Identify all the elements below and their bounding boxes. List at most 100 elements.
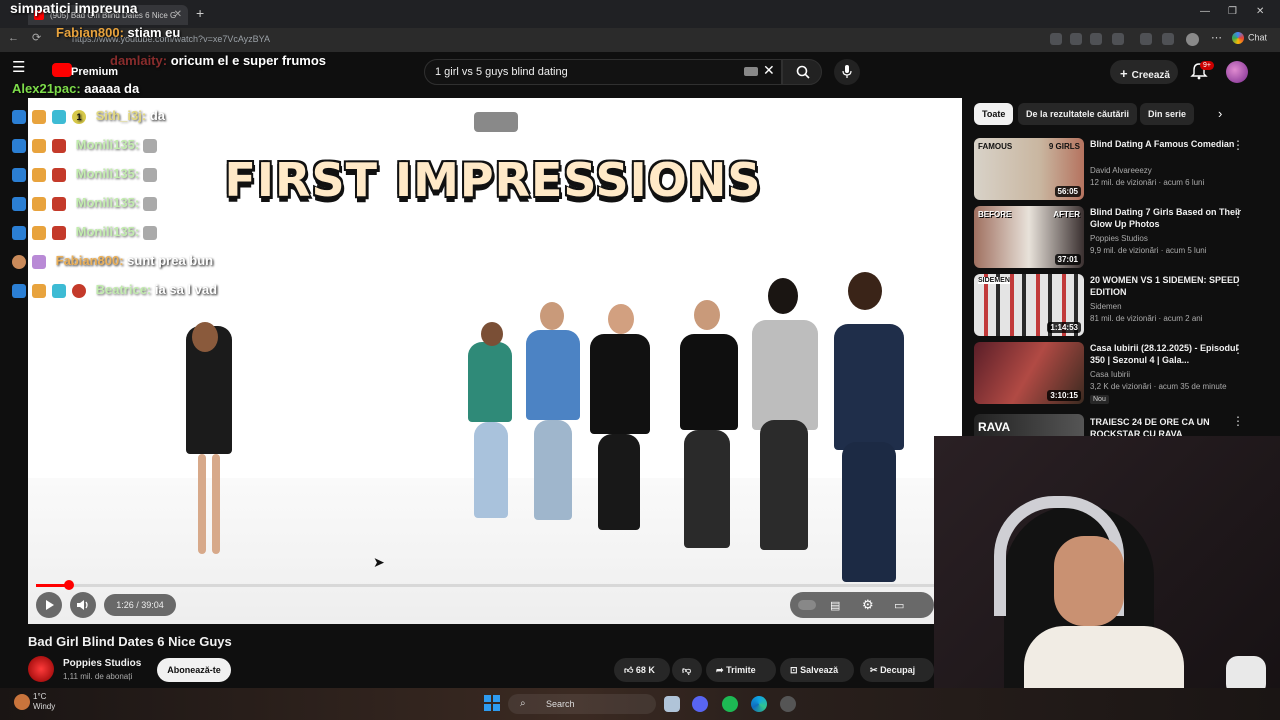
maximize-icon[interactable]: ❐: [1228, 6, 1237, 17]
mouse-cursor-icon: ➤: [373, 554, 385, 570]
search-button[interactable]: [782, 59, 822, 85]
rec-channel[interactable]: Casa Iubirii: [1090, 370, 1130, 379]
man-figure: [752, 320, 818, 430]
more-options-icon[interactable]: ⋮: [1232, 138, 1244, 152]
file-explorer-icon[interactable]: [664, 696, 680, 712]
voice-search-button[interactable]: [834, 59, 860, 85]
search-input[interactable]: 1 girl vs 5 guys blind dating: [424, 59, 782, 85]
volume-button[interactable]: [70, 592, 96, 618]
share-button[interactable]: ➦ Trimite: [706, 658, 776, 682]
close-window-icon[interactable]: ✕: [1256, 6, 1264, 17]
browser-menu-icon[interactable]: ⋯: [1211, 31, 1222, 44]
extension-icon[interactable]: [1050, 33, 1062, 45]
rec-channel[interactable]: David Alvareeezy: [1090, 166, 1152, 175]
play-button[interactable]: [36, 592, 62, 618]
chat-message: damlaity: oricum el e super frumos: [110, 53, 326, 68]
chip-all[interactable]: Toate: [974, 103, 1014, 125]
hamburger-menu-icon[interactable]: ☰: [12, 58, 25, 76]
keyboard-icon[interactable]: [744, 67, 758, 76]
save-button[interactable]: ⊡ Salvează: [780, 658, 854, 682]
rec-meta: 9,9 mil. de vizionări · acum 5 luni: [1090, 246, 1207, 255]
more-options-icon[interactable]: ⋮: [1232, 342, 1244, 356]
weather-icon[interactable]: [14, 694, 30, 710]
miniplayer-button[interactable]: [474, 112, 518, 132]
chat-user: Monili135:: [75, 166, 140, 181]
new-tab-icon[interactable]: +: [196, 5, 204, 21]
recommended-video[interactable]: 3:10:15 Casa Iubirii (28.12.2025) - Epis…: [974, 342, 1264, 412]
progress-track[interactable]: [36, 584, 934, 587]
more-options-icon[interactable]: ⋮: [1232, 206, 1244, 220]
video-thumbnail[interactable]: BEFORE AFTER 37:01: [974, 206, 1084, 268]
rec-meta: 12 mil. de vizionări · acum 6 luni: [1090, 178, 1205, 187]
right-controls: ▤ ⚙ ▭: [790, 592, 934, 618]
translate-icon[interactable]: [1070, 33, 1082, 45]
spotify-icon[interactable]: [722, 696, 738, 712]
rec-channel[interactable]: Poppies Studios: [1090, 234, 1148, 243]
scissors-icon: ✂: [870, 665, 878, 675]
rec-title[interactable]: 20 WOMEN VS 1 SIDEMEN: SPEED EDITION: [1090, 274, 1250, 298]
video-thumbnail[interactable]: FAMOUS 9 GIRLS 56:05: [974, 138, 1084, 200]
video-thumbnail[interactable]: 3:10:15: [974, 342, 1084, 404]
chip-from-search[interactable]: De la rezultatele căutării: [1018, 103, 1138, 125]
back-icon[interactable]: ←: [8, 32, 19, 44]
sync-icon[interactable]: [1112, 33, 1124, 45]
rec-title[interactable]: Blind Dating 7 Girls Based on Their Glow…: [1090, 206, 1250, 230]
rec-title[interactable]: Blind Dating A Famous Comedian: [1090, 138, 1250, 150]
settings-gear-icon[interactable]: ⚙: [862, 597, 874, 613]
duration-badge: 56:05: [1054, 186, 1081, 197]
autoplay-toggle[interactable]: [798, 600, 816, 610]
badge-icon: [72, 283, 86, 298]
video-thumbnail[interactable]: SIDEMEN 1:14:53: [974, 274, 1084, 336]
subscriber-count: 1,11 mil. de abonați: [63, 672, 133, 681]
bookmark-star-icon[interactable]: [1090, 33, 1102, 45]
rec-channel[interactable]: Sidemen: [1090, 302, 1122, 311]
recommended-video[interactable]: BEFORE AFTER 37:01 Blind Dating 7 Girls …: [974, 206, 1264, 270]
account-avatar[interactable]: [1226, 61, 1248, 83]
create-button[interactable]: + Creează: [1110, 60, 1178, 84]
reload-icon[interactable]: ⟳: [32, 31, 41, 44]
subtitles-icon[interactable]: ▤: [830, 599, 840, 612]
man-figure: [526, 330, 580, 420]
recommended-video[interactable]: SIDEMEN 1:14:53 20 WOMEN VS 1 SIDEMEN: S…: [974, 274, 1264, 338]
channel-avatar[interactable]: [28, 656, 54, 682]
man-figure: [590, 334, 650, 434]
extensions-puzzle-icon[interactable]: [1140, 33, 1152, 45]
minimize-icon[interactable]: —: [1200, 6, 1210, 17]
chevron-right-icon[interactable]: ›: [1218, 106, 1222, 121]
man-head: [540, 302, 564, 330]
progress-scrubber[interactable]: [64, 580, 74, 590]
badge-icon: [12, 225, 26, 240]
edge-browser-icon[interactable]: [751, 696, 767, 712]
clear-search-icon[interactable]: ✕: [763, 62, 775, 79]
recommended-video[interactable]: RAVA TRAIESC 24 DE ORE CA UN ROCKSTAR CU…: [974, 414, 1264, 436]
profile-avatar[interactable]: [1186, 33, 1199, 46]
recommended-video[interactable]: FAMOUS 9 GIRLS 56:05 Blind Dating A Famo…: [974, 138, 1264, 202]
man-pants: [842, 442, 896, 582]
clip-button[interactable]: ✂ Decupaj: [860, 658, 934, 682]
more-options-icon[interactable]: ⋮: [1232, 274, 1244, 288]
theater-mode-icon[interactable]: ▭: [894, 599, 904, 612]
discord-icon[interactable]: [692, 696, 708, 712]
close-tab-icon[interactable]: ✕: [174, 9, 182, 20]
chip-series[interactable]: Din serie: [1140, 103, 1195, 125]
rec-title[interactable]: Casa Iubirii (28.12.2025) - Episodul 350…: [1090, 342, 1250, 366]
split-screen-icon[interactable]: [1162, 33, 1174, 45]
chat-user: Sith_i3j:: [95, 108, 147, 123]
taskbar-search[interactable]: ⌕ Search: [508, 694, 656, 714]
obs-icon[interactable]: [780, 696, 796, 712]
more-options-icon[interactable]: ⋮: [1232, 414, 1244, 428]
like-button[interactable]: 👍︎ 68 K: [614, 658, 670, 682]
copilot-chat-button[interactable]: Chat: [1232, 32, 1267, 44]
youtube-logo-icon[interactable]: [52, 63, 72, 77]
bookmark-icon: ⊡: [790, 665, 798, 675]
channel-name[interactable]: Poppies Studios: [63, 658, 141, 669]
subscribe-button[interactable]: Abonează-te: [157, 658, 231, 682]
dislike-button[interactable]: 👎︎: [672, 658, 702, 682]
thumb-text: BEFORE: [978, 210, 1012, 219]
rec-title[interactable]: TRAIESC 24 DE ORE CA UN ROCKSTAR CU RAVA: [1090, 416, 1250, 436]
video-thumbnail[interactable]: RAVA: [974, 414, 1084, 436]
volume-icon: [77, 600, 88, 610]
windows-start-icon[interactable]: [484, 695, 500, 711]
emote-icon: [142, 196, 157, 211]
weather-widget[interactable]: 1°C Windy: [33, 692, 55, 712]
